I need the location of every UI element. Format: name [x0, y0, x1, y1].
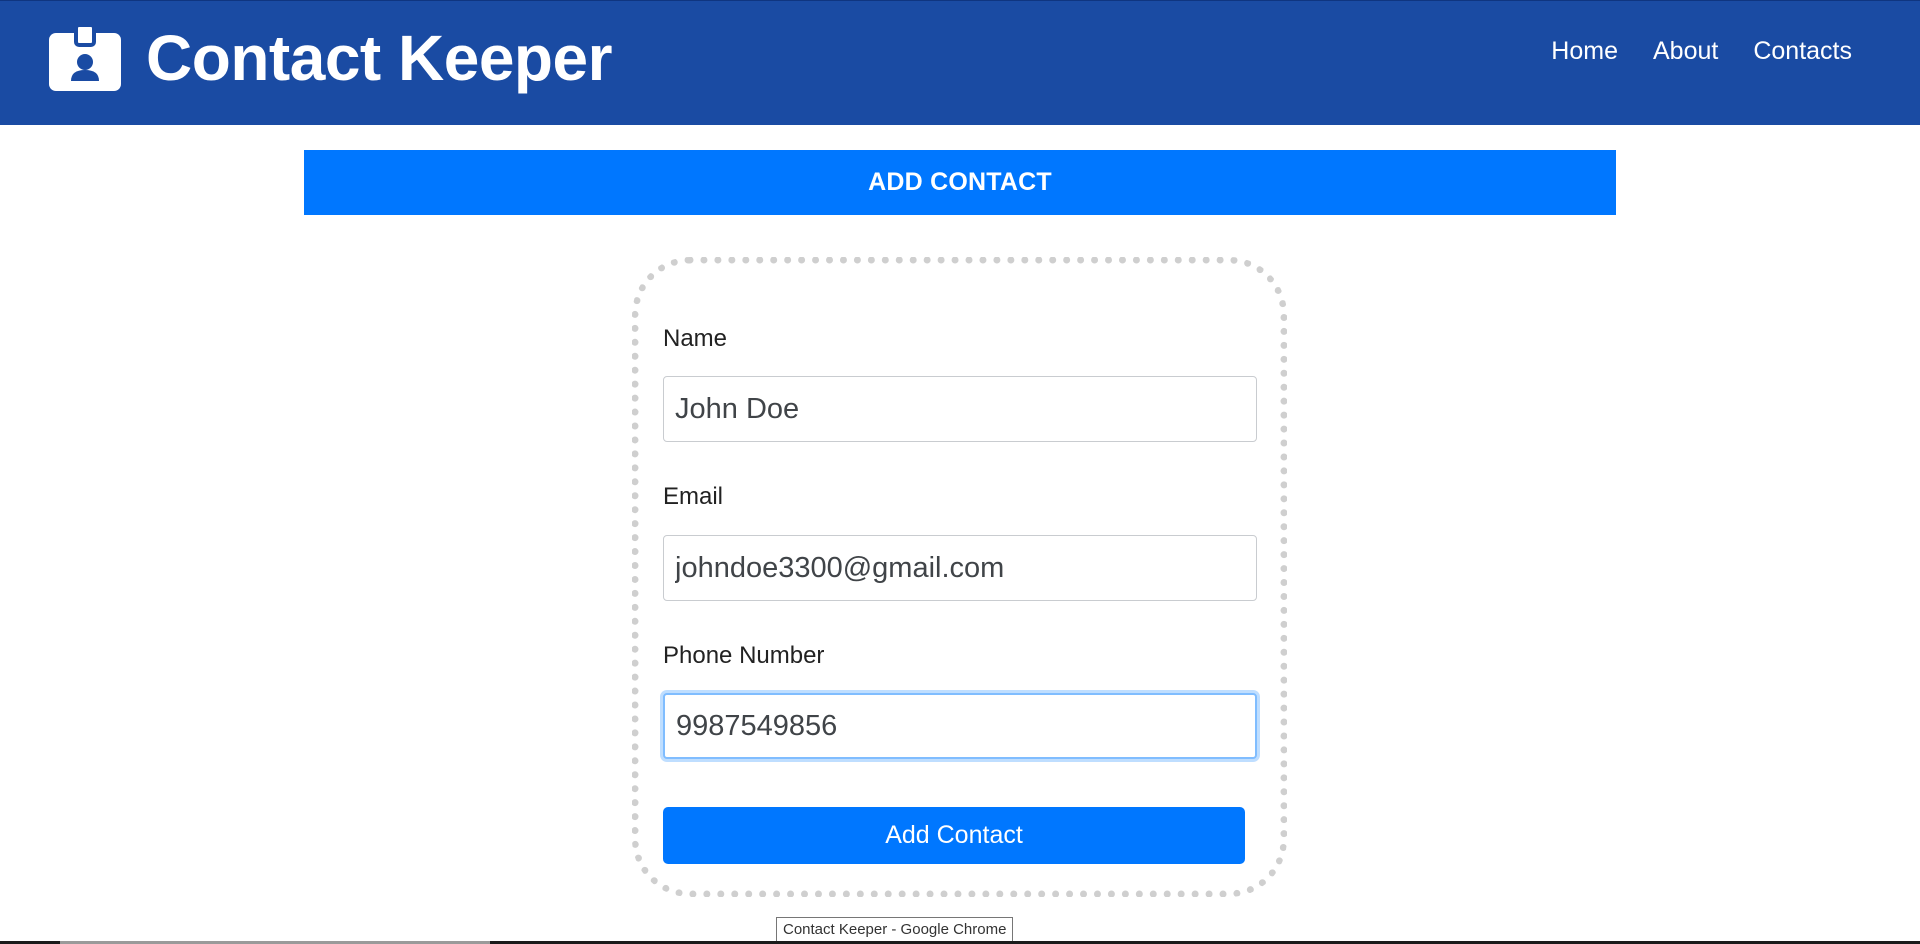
- nav-about-link[interactable]: About: [1653, 33, 1718, 69]
- email-input[interactable]: [663, 535, 1257, 601]
- nav-home-link[interactable]: Home: [1551, 33, 1618, 69]
- name-input[interactable]: [663, 376, 1257, 442]
- id-badge-icon: [49, 25, 121, 91]
- phone-label: Phone Number: [663, 642, 825, 669]
- name-label: Name: [663, 325, 728, 352]
- brand[interactable]: Contact Keeper: [49, 22, 613, 94]
- add-contact-button[interactable]: Add Contact: [663, 807, 1245, 864]
- app-title: Contact Keeper: [146, 22, 613, 94]
- phone-input[interactable]: [663, 693, 1257, 759]
- email-label: Email: [663, 483, 724, 510]
- nav-links: Home About Contacts: [1551, 33, 1852, 69]
- navbar: Contact Keeper Home About Contacts: [0, 0, 1920, 125]
- add-contact-banner: ADD CONTACT: [304, 150, 1616, 215]
- window-tooltip: Contact Keeper - Google Chrome: [776, 917, 1014, 943]
- nav-contacts-link[interactable]: Contacts: [1753, 33, 1852, 69]
